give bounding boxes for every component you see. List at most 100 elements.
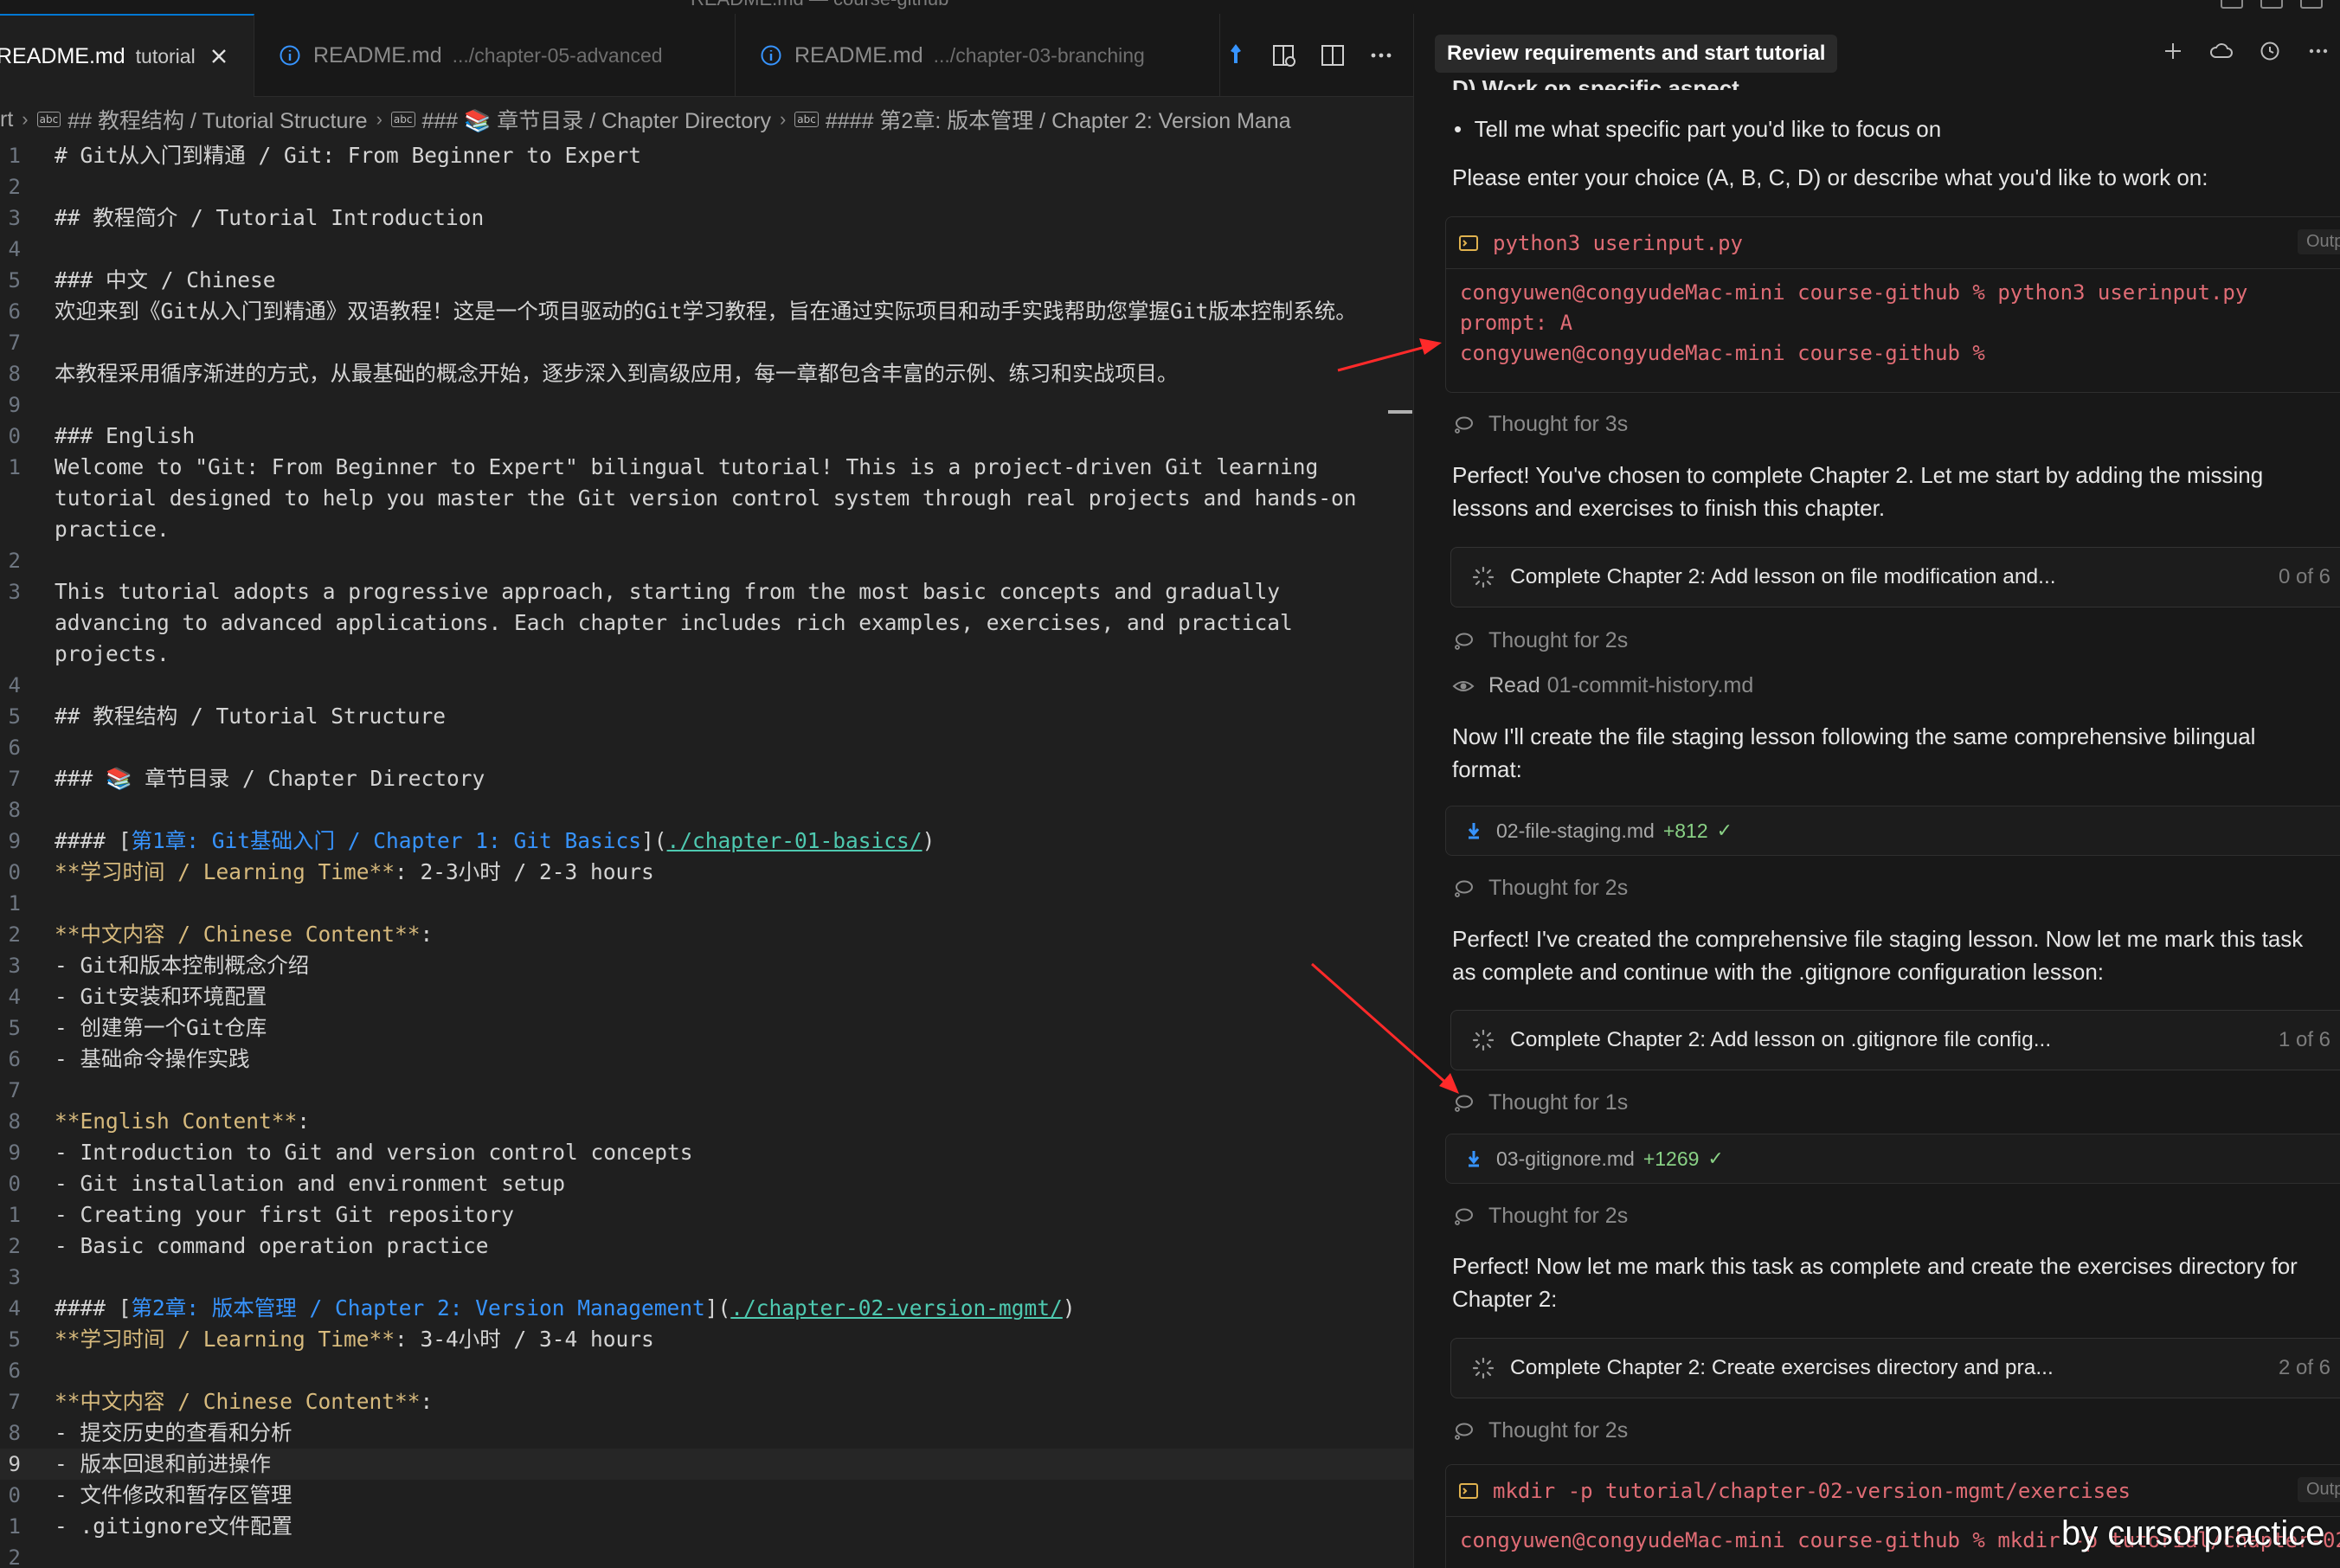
file-edit-pill[interactable]: 02-file-staging.md +812 ✓ — [1445, 806, 2340, 856]
code-line[interactable]: 8 — [0, 794, 1413, 826]
code-line[interactable]: 1 — [0, 888, 1413, 919]
toggle-secondary-sidebar-icon[interactable] — [2300, 0, 2323, 9]
code-line[interactable]: 5 - 创建第一个Git仓库 — [0, 1012, 1413, 1044]
code-line[interactable]: 7 — [0, 1075, 1413, 1106]
toggle-panel-layout-icon[interactable] — [2260, 0, 2283, 9]
code-line[interactable]: 1 - .gitignore文件配置 — [0, 1511, 1413, 1542]
read-filename: 01-commit-history.md — [1546, 673, 1754, 697]
code-line[interactable]: 0 ### English — [0, 421, 1413, 452]
code-line[interactable]: 4 #### [第2章: 版本管理 / Chapter 2: Version Ma… — [0, 1293, 1413, 1324]
more-actions-icon[interactable] — [2305, 38, 2331, 64]
lines-added: +812 — [1662, 819, 1708, 842]
code-line[interactable]: 7 — [0, 327, 1413, 358]
code-line[interactable]: 4 - Git安装和环境配置 — [0, 981, 1413, 1012]
todo-item[interactable]: Complete Chapter 2: Create exercises dir… — [1450, 1338, 2340, 1398]
code-line[interactable]: tutorial designed to help you master the… — [0, 483, 1413, 514]
code-line[interactable]: 4 — [0, 670, 1413, 701]
thought-indicator[interactable]: Thought for 2s — [1452, 876, 1628, 901]
code-line[interactable]: 0 **学习时间 / Learning Time**: 2-3小时 / 2-3 h… — [0, 857, 1413, 888]
tab-readme-tutorial[interactable]: README.md tutorial — [0, 14, 254, 97]
window-titlebar: README.md — course-github — [0, 0, 2340, 14]
breadcrumb-item[interactable]: abc ## 教程结构 / Tutorial Structure › — [36, 104, 391, 135]
code-line[interactable]: practice. — [0, 514, 1413, 545]
pin-icon[interactable] — [1221, 41, 1250, 70]
todo-item[interactable]: Complete Chapter 2: Add lesson on .gitig… — [1450, 1010, 2340, 1070]
file-edit-pill[interactable]: 03-gitignore.md +1269 ✓ — [1445, 1134, 2340, 1184]
code-line[interactable]: 2 — [0, 171, 1413, 202]
code-line[interactable]: projects. — [0, 639, 1413, 670]
terminal-command[interactable]: python3 userinput.py Output — [1446, 217, 2340, 269]
split-editor-icon[interactable] — [1318, 41, 1347, 70]
terminal-command[interactable]: mkdir -p tutorial/chapter-02-version-mgm… — [1446, 1465, 2340, 1517]
code-line[interactable]: 6 欢迎来到《Git从入门到精通》双语教程！这是一个项目驱动的Git学习教程，旨在… — [0, 296, 1413, 327]
tab-label: README.md — [0, 43, 125, 68]
read-file-step[interactable]: Read 01-commit-history.md — [1452, 673, 1753, 698]
breadcrumb-label: #### 第2章: 版本管理 / Chapter 2: Version Mana — [825, 109, 1291, 133]
code-line[interactable]: 0 - Git installation and environment setu… — [0, 1168, 1413, 1199]
code-token: - Basic command operation practice — [55, 1233, 489, 1258]
tab-readme-chapter-05[interactable]: README.md .../chapter-05-advanced — [254, 14, 736, 97]
code-line[interactable]: 8 本教程采用循序渐进的方式，从最基础的概念开始，逐步深入到高级应用，每一章都包含… — [0, 358, 1413, 389]
code-line[interactable]: 2 **中文内容 / Chinese Content**: — [0, 919, 1413, 950]
code-line[interactable]: 5 **学习时间 / Learning Time**: 3-4小时 / 3-4 h… — [0, 1324, 1413, 1355]
thought-indicator[interactable]: Thought for 1s — [1452, 1090, 1628, 1115]
assistant-message: Perfect! Now let me mark this task as co… — [1452, 1253, 2298, 1312]
breadcrumb-item[interactable]: abc #### 第2章: 版本管理 / Chapter 2: Version M… — [794, 104, 1291, 135]
todo-progress: 0 of 6 — [2278, 565, 2330, 588]
thought-indicator[interactable]: Thought for 2s — [1452, 1204, 1628, 1229]
code-line[interactable]: 1 - Creating your first Git repository — [0, 1199, 1413, 1231]
tab-readme-chapter-03[interactable]: README.md .../chapter-03-branching — [736, 14, 1220, 97]
code-token: : — [420, 1389, 434, 1414]
code-line[interactable]: 9 — [0, 389, 1413, 421]
chat-title[interactable]: Review requirements and start tutorial — [1435, 35, 1838, 73]
code-line[interactable]: 0 - 文件修改和暂存区管理 — [0, 1480, 1413, 1511]
code-line[interactable]: 2 - Basic command operation practice — [0, 1231, 1413, 1262]
code-line[interactable]: 7 **中文内容 / Chinese Content**: — [0, 1386, 1413, 1417]
code-line[interactable]: 3 ## 教程简介 / Tutorial Introduction — [0, 202, 1413, 234]
cloud-icon[interactable] — [2208, 38, 2234, 64]
code-editor[interactable]: 1 # Git从入门到精通 / Git: From Beginner to Exp… — [0, 142, 1413, 1568]
more-actions-icon[interactable] — [1366, 41, 1396, 70]
markdown-link-text: 第1章: Git基础入门 / Chapter 1: Git Basics — [131, 828, 642, 853]
thought-indicator[interactable]: Thought for 2s — [1452, 1418, 1628, 1443]
history-icon[interactable] — [2257, 38, 2283, 64]
breadcrumb-item[interactable]: abc ### 📚 章节目录 / Chapter Directory › — [390, 104, 794, 135]
code-line[interactable]: 8 **English Content**: — [0, 1106, 1413, 1137]
code-line[interactable]: 5 ## 教程结构 / Tutorial Structure — [0, 701, 1413, 732]
code-line[interactable]: 9 #### [第1章: Git基础入门 / Chapter 1: Git Bas… — [0, 826, 1413, 857]
code-line[interactable]: 7 ### 📚 章节目录 / Chapter Directory — [0, 763, 1413, 794]
code-line[interactable]: 6 - 基础命令操作实践 — [0, 1044, 1413, 1075]
code-line[interactable]: 2 — [0, 545, 1413, 576]
code-line[interactable]: 4 — [0, 234, 1413, 265]
output-toggle[interactable]: Output — [2297, 229, 2340, 254]
code-text: - Creating your first Git repository — [55, 1199, 514, 1231]
code-line[interactable]: 3 - Git和版本控制概念介绍 — [0, 950, 1413, 981]
line-number: 6 — [8, 736, 21, 760]
code-line[interactable]: 9 - Introduction to Git and version contr… — [0, 1137, 1413, 1168]
code-text: #### [第1章: Git基础入门 / Chapter 1: Git Basi… — [55, 826, 935, 857]
thought-indicator[interactable]: Thought for 3s — [1452, 412, 1628, 437]
code-line[interactable]: advancing to advanced applications. Each… — [0, 607, 1413, 639]
code-line[interactable]: 3 This tutorial adopts a progressive appr… — [0, 576, 1413, 607]
open-preview-icon[interactable] — [1270, 41, 1299, 70]
todo-item[interactable]: Complete Chapter 2: Add lesson on file m… — [1450, 547, 2340, 607]
markdown-link-url[interactable]: ./chapter-01-basics/ — [667, 828, 922, 853]
code-line[interactable]: 6 — [0, 732, 1413, 763]
close-icon[interactable] — [209, 47, 228, 66]
line-number: 8 — [8, 1109, 21, 1134]
code-line[interactable]: 6 — [0, 1355, 1413, 1386]
code-line[interactable]: 9 - 版本回退和前进操作 — [0, 1449, 1413, 1480]
markdown-link-url[interactable]: ./chapter-02-version-mgmt/ — [730, 1295, 1063, 1321]
line-number: 1 — [8, 455, 21, 479]
code-line[interactable]: 5 ### 中文 / Chinese — [0, 265, 1413, 296]
output-toggle[interactable]: Output — [2297, 1477, 2340, 1502]
breadcrumb-item[interactable]: rt › — [0, 107, 37, 132]
code-line[interactable]: 2 — [0, 1542, 1413, 1568]
thought-indicator[interactable]: Thought for 2s — [1452, 628, 1628, 653]
code-line[interactable]: 1 Welcome to "Git: From Beginner to Exper… — [0, 452, 1413, 483]
toggle-sidebar-layout-icon[interactable] — [2221, 0, 2243, 9]
code-line[interactable]: 1 # Git从入门到精通 / Git: From Beginner to Exp… — [0, 140, 1413, 171]
new-chat-icon[interactable] — [2160, 38, 2186, 64]
code-line[interactable]: 3 — [0, 1262, 1413, 1293]
code-line[interactable]: 8 - 提交历史的查看和分析 — [0, 1417, 1413, 1449]
